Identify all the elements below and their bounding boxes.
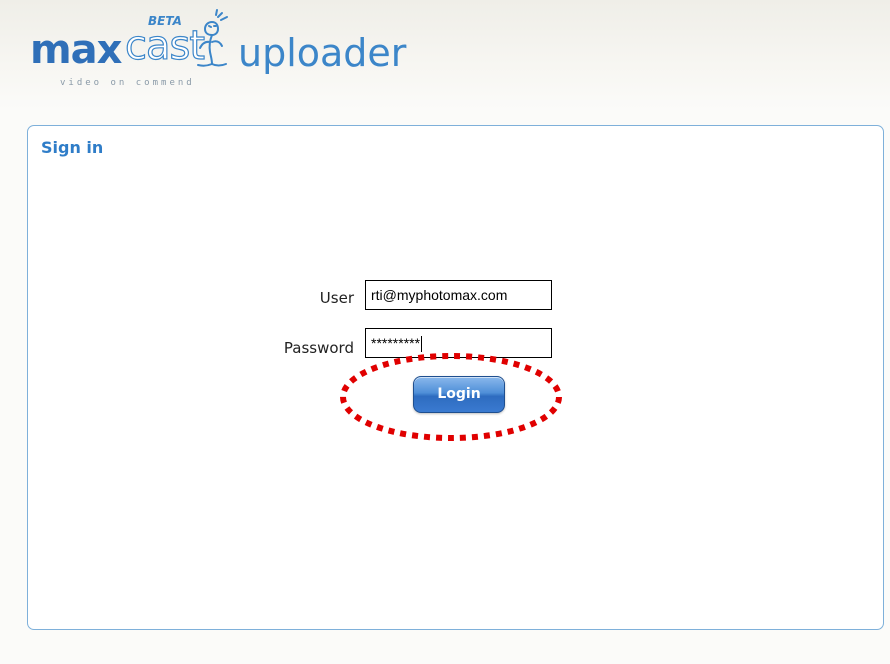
- user-label: User: [319, 289, 354, 307]
- login-button[interactable]: Login: [413, 376, 505, 413]
- logo-beta-badge: BETA: [148, 14, 182, 28]
- password-mask: *********: [371, 335, 421, 351]
- password-label: Password: [283, 339, 354, 357]
- logo-uploader-text: uploader: [238, 31, 407, 75]
- logo-tagline: video on commend: [60, 78, 195, 88]
- mascot-icon: [197, 9, 228, 67]
- panel-title: Sign in: [41, 138, 104, 157]
- text-caret: [421, 336, 423, 353]
- logo-max-text: max: [30, 27, 122, 73]
- user-input[interactable]: rti@myphotomax.com: [365, 280, 552, 310]
- password-input[interactable]: *********: [365, 328, 552, 358]
- maxcast-uploader-logo: max cast BETA video on commend uploader: [30, 8, 450, 108]
